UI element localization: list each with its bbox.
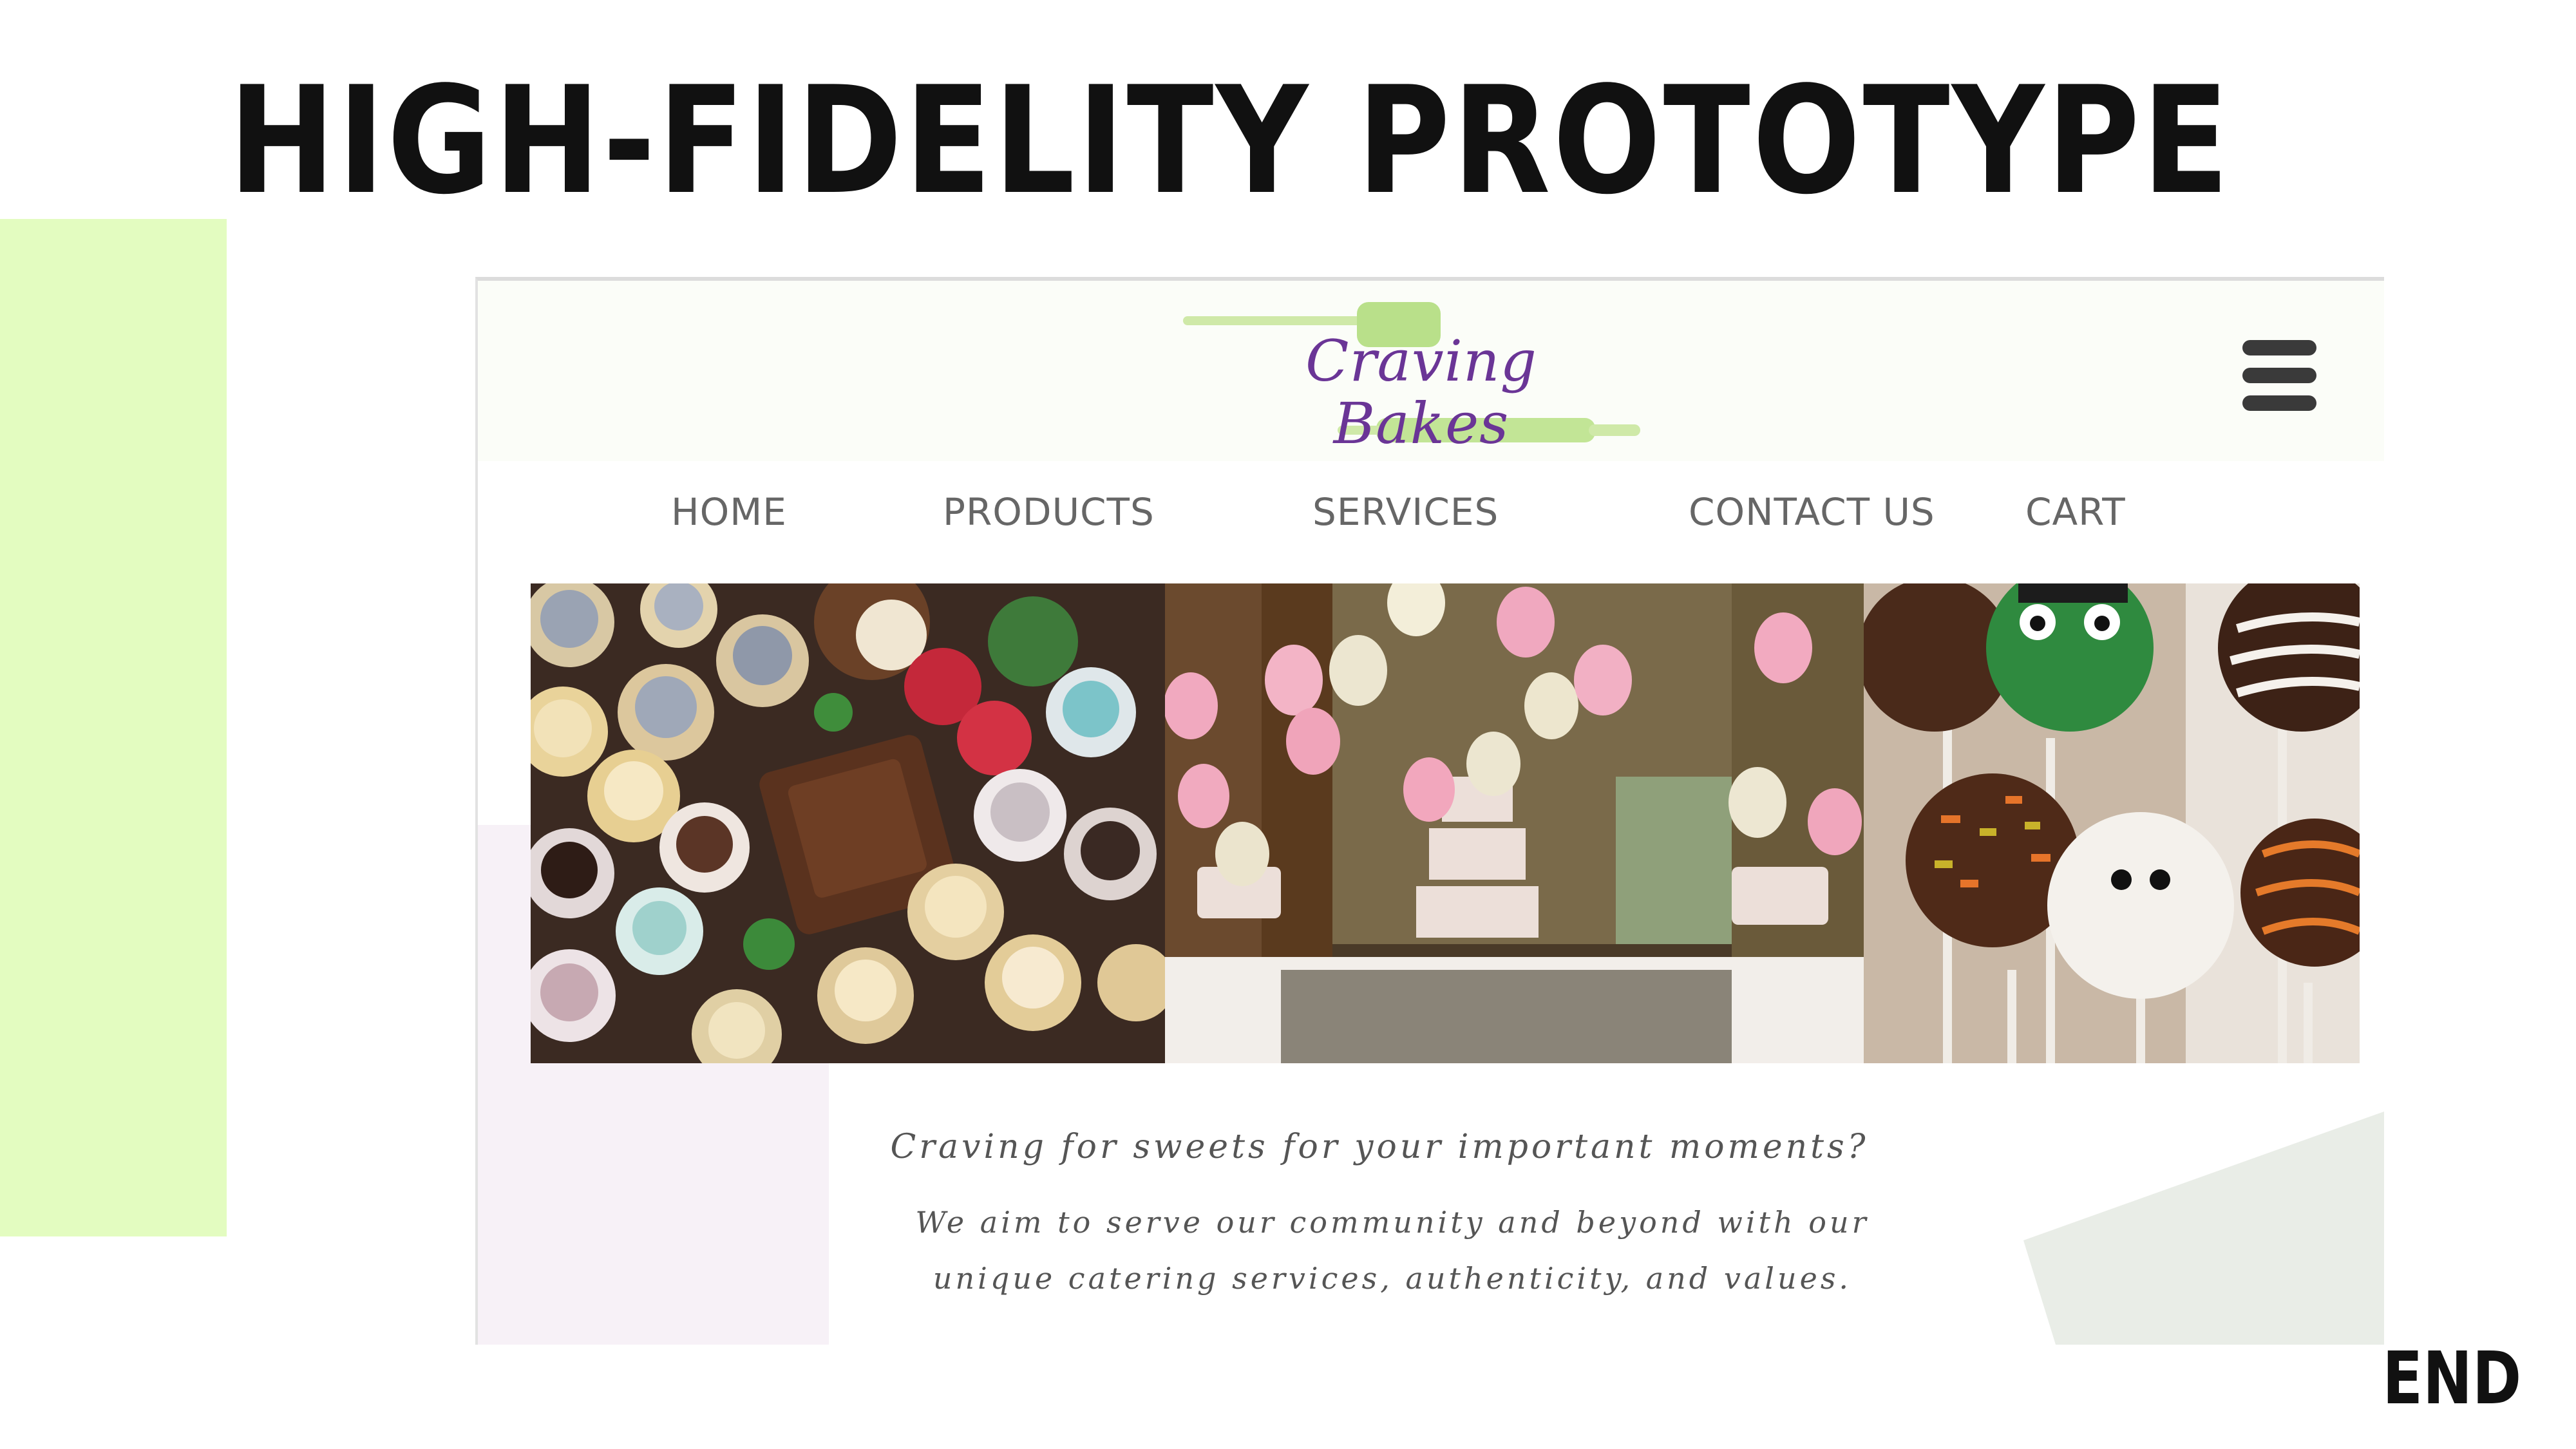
- description-line-1: We aim to serve our community and beyond…: [915, 1205, 1870, 1240]
- nav-home[interactable]: HOME: [671, 490, 787, 534]
- cake-pops-photo: [1864, 583, 2360, 1063]
- nav-cart[interactable]: CART: [2025, 490, 2126, 534]
- nav-contact-us[interactable]: CONTACT US: [1689, 490, 1935, 534]
- slide-title: HIGH-FIDELITY PROTOTYPE: [229, 55, 2231, 227]
- hero-image-strip: [531, 583, 2360, 1063]
- main-nav: HOME PRODUCTS SERVICES CONTACT US CART: [478, 461, 2384, 564]
- description-line-2: unique catering services, authenticity, …: [933, 1261, 1852, 1296]
- green-accent-block: [0, 219, 227, 1236]
- nav-products[interactable]: PRODUCTS: [943, 490, 1155, 534]
- website-mockup: Craving Bakes HOME PRODUCTS SERVICES CON…: [475, 277, 2384, 1345]
- menu-bar: [2242, 340, 2316, 355]
- assorted-desserts-photo: [531, 583, 1165, 1063]
- site-header: Craving Bakes: [478, 281, 2384, 461]
- menu-bar: [2242, 368, 2316, 383]
- tagline-heading: Craving for sweets for your important mo…: [890, 1128, 1869, 1166]
- logo-text: Craving Bakes: [1305, 328, 1537, 457]
- hamburger-menu-icon[interactable]: [2242, 340, 2316, 411]
- menu-bar: [2242, 395, 2316, 411]
- logo[interactable]: Craving Bakes: [1183, 297, 1660, 455]
- end-label: END: [2382, 1337, 2521, 1421]
- nav-services[interactable]: SERVICES: [1312, 490, 1499, 534]
- dessert-table-balloons-photo: [1165, 583, 1864, 1063]
